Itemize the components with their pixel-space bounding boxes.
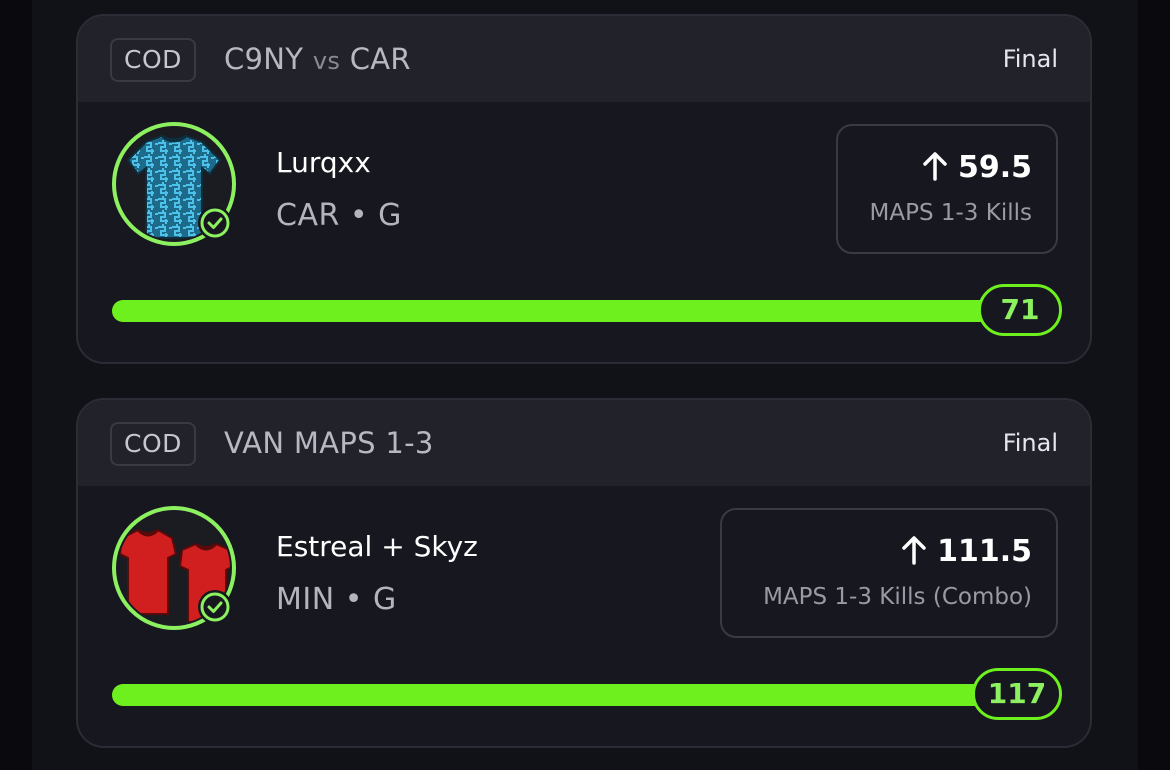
player-name: Estreal + Skyz (276, 530, 478, 563)
player-team-position: MIN • G (276, 582, 397, 617)
line-value: 111.5 (937, 534, 1032, 569)
status-text: Final (1002, 45, 1058, 73)
line-box[interactable]: 111.5 MAPS 1-3 Kills (Combo) (720, 508, 1058, 638)
vs-label: vs (312, 47, 341, 75)
line-box[interactable]: 59.5 MAPS 1-3 Kills (836, 124, 1058, 254)
player-avatar[interactable] (112, 122, 236, 246)
player-team-position: CAR • G (276, 198, 402, 233)
arrow-up-icon (922, 151, 948, 192)
player-name: Lurqxx (276, 146, 371, 179)
card-header: COD C9NY vs CAR Final (78, 16, 1090, 102)
progress-fill (112, 684, 1032, 706)
progress-fill (112, 300, 1032, 322)
line-value-row: 111.5 (901, 532, 1032, 576)
league-badge: COD (110, 38, 196, 82)
card-header: COD VAN MAPS 1-3 Final (78, 400, 1090, 486)
player-avatar[interactable] (112, 506, 236, 630)
pick-card[interactable]: COD VAN MAPS 1-3 Final Estreal + Skyz MI… (76, 398, 1092, 748)
team-a: C9NY (224, 42, 304, 76)
result-pill: 117 (972, 668, 1062, 720)
line-value: 59.5 (957, 150, 1032, 185)
arrow-up-icon (901, 535, 927, 576)
league-badge: COD (110, 422, 196, 466)
check-circle-icon (198, 206, 232, 240)
status-text: Final (1002, 429, 1058, 457)
match-title: VAN MAPS 1-3 (224, 426, 434, 460)
pick-card[interactable]: COD C9NY vs CAR Final Lurqxx CAR • G 59.… (76, 14, 1092, 364)
progress-track (112, 684, 1032, 706)
result-pill: 71 (978, 284, 1062, 336)
line-value-row: 59.5 (922, 148, 1032, 192)
match-title: C9NY vs CAR (224, 41, 411, 79)
team-b: CAR (349, 42, 411, 76)
line-stat-label: MAPS 1-3 Kills (Combo) (763, 584, 1032, 610)
line-stat-label: MAPS 1-3 Kills (869, 200, 1032, 226)
progress-track (112, 300, 1032, 322)
check-circle-icon (198, 590, 232, 624)
